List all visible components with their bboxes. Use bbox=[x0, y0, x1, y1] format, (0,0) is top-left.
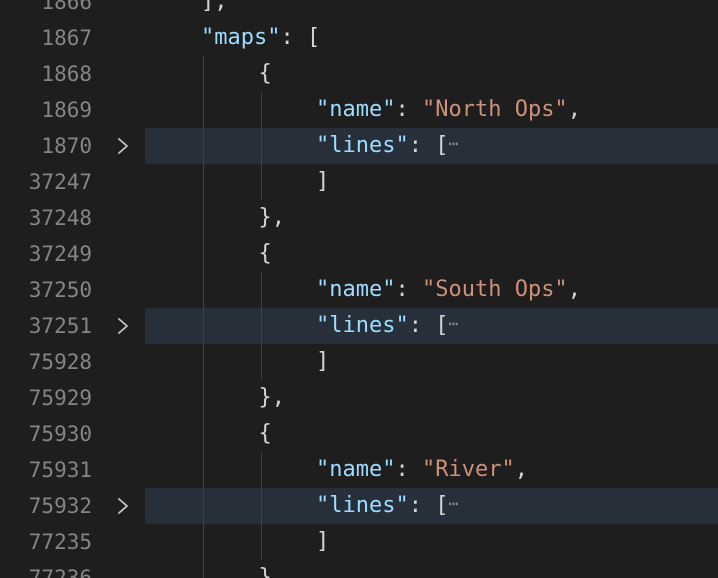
indent-guide bbox=[260, 308, 262, 344]
json-key: "lines" bbox=[316, 133, 409, 158]
editor-lines: 1866], 1867 "maps": [1868{1869 "name": "Nor… bbox=[0, 0, 718, 578]
indent-guide bbox=[203, 344, 204, 380]
json-punctuation: { bbox=[258, 61, 272, 86]
json-string: "North Ops" bbox=[421, 97, 568, 122]
json-punctuation: , bbox=[567, 97, 581, 122]
code-line[interactable]: 37250 "name": "South Ops", bbox=[0, 272, 718, 308]
json-punctuation: ] bbox=[316, 529, 330, 554]
indent-guide bbox=[203, 236, 204, 272]
json-punctuation: { bbox=[258, 421, 272, 446]
json-punctuation: ] bbox=[316, 349, 330, 374]
indent-guide bbox=[203, 560, 204, 578]
json-punctuation: ], bbox=[201, 0, 228, 14]
chevron-right-icon[interactable] bbox=[112, 128, 134, 164]
code-line[interactable]: 75928] bbox=[0, 344, 718, 380]
fold-ellipsis-icon[interactable]: ⋯ bbox=[448, 134, 458, 153]
line-number: 75930 bbox=[28, 422, 92, 446]
json-punctuation: : [ bbox=[408, 133, 449, 158]
json-key: "name" bbox=[316, 457, 396, 482]
code-line[interactable]: 75931 "name": "River", bbox=[0, 452, 718, 488]
code-line[interactable]: 77235] bbox=[0, 524, 718, 560]
line-number: 1869 bbox=[41, 98, 92, 122]
indent-guide bbox=[203, 488, 204, 524]
json-string: "South Ops" bbox=[421, 277, 568, 302]
json-key: "lines" bbox=[316, 493, 409, 518]
json-punctuation: : bbox=[395, 97, 422, 122]
code-line[interactable]: 37248}, bbox=[0, 200, 718, 236]
indent-guide bbox=[260, 524, 262, 560]
line-number: 37250 bbox=[28, 278, 92, 302]
json-punctuation: { bbox=[258, 241, 272, 266]
json-punctuation: : bbox=[395, 277, 422, 302]
indent-guide bbox=[260, 92, 262, 128]
code-line[interactable]: 37249 { bbox=[0, 236, 718, 272]
code-line[interactable]: 37247] bbox=[0, 164, 718, 200]
indent-guide bbox=[260, 488, 262, 524]
code-line[interactable]: 75932 "lines": [⋯ bbox=[0, 488, 718, 524]
json-punctuation: , bbox=[514, 457, 528, 482]
indent-guide bbox=[260, 344, 262, 380]
line-number: 1870 bbox=[41, 134, 92, 158]
json-key: "maps" bbox=[201, 25, 281, 50]
code-line[interactable]: 75930 { bbox=[0, 416, 718, 452]
indent-guide bbox=[260, 272, 262, 308]
indent-guide bbox=[203, 200, 204, 236]
indent-guide bbox=[203, 452, 204, 488]
indent-guide bbox=[203, 92, 204, 128]
json-key: "name" bbox=[316, 97, 396, 122]
indent-guide bbox=[203, 272, 204, 308]
line-number: 37248 bbox=[28, 206, 92, 230]
line-number: 77235 bbox=[28, 530, 92, 554]
json-punctuation: }, bbox=[258, 205, 286, 230]
line-number: 75931 bbox=[28, 458, 92, 482]
line-number: 37249 bbox=[28, 242, 92, 266]
fold-ellipsis-icon[interactable]: ⋯ bbox=[448, 494, 458, 513]
indent-guide bbox=[203, 56, 204, 92]
indent-guide bbox=[260, 128, 262, 164]
json-punctuation: : [ bbox=[408, 493, 449, 518]
code-line[interactable]: 1870 "lines": [⋯ bbox=[0, 128, 718, 164]
json-punctuation: : bbox=[395, 457, 422, 482]
fold-ellipsis-icon[interactable]: ⋯ bbox=[448, 314, 458, 333]
indent-guide bbox=[260, 164, 262, 200]
indent-guide bbox=[203, 380, 204, 416]
json-punctuation: ] bbox=[316, 169, 330, 194]
code-line[interactable]: 77236} bbox=[0, 560, 718, 578]
json-string: "River" bbox=[421, 457, 515, 482]
indent-guide bbox=[260, 452, 262, 488]
code-line[interactable]: 1868 { bbox=[0, 56, 718, 92]
json-key: "lines" bbox=[316, 313, 409, 338]
indent-guide bbox=[203, 308, 204, 344]
code-editor[interactable]: 1866], 1867 "maps": [1868{1869 "name": "Nor… bbox=[0, 0, 718, 578]
code-line[interactable]: 37251 "lines": [⋯ bbox=[0, 308, 718, 344]
json-punctuation: , bbox=[567, 277, 581, 302]
code-line[interactable]: 1869 "name": "North Ops", bbox=[0, 92, 718, 128]
json-key: "name" bbox=[316, 277, 396, 302]
chevron-right-icon[interactable] bbox=[112, 488, 134, 524]
json-punctuation: : [ bbox=[280, 25, 321, 50]
chevron-right-icon[interactable] bbox=[112, 308, 134, 344]
json-punctuation: } bbox=[258, 565, 272, 578]
json-punctuation: }, bbox=[258, 385, 286, 410]
line-number: 77236 bbox=[28, 566, 92, 578]
line-number: 37251 bbox=[28, 314, 92, 338]
line-number: 1866 bbox=[41, 0, 92, 14]
line-number: 75929 bbox=[28, 386, 92, 410]
line-number: 75928 bbox=[28, 350, 92, 374]
line-number: 75932 bbox=[28, 494, 92, 518]
code-line[interactable]: 75929}, bbox=[0, 380, 718, 416]
line-number: 1868 bbox=[41, 62, 92, 86]
json-punctuation: : [ bbox=[408, 313, 449, 338]
indent-guide bbox=[203, 164, 204, 200]
line-number: 1867 bbox=[41, 26, 92, 50]
indent-guide bbox=[203, 128, 204, 164]
indent-guide bbox=[203, 416, 204, 452]
code-line[interactable]: 1866], bbox=[0, 0, 718, 20]
indent-guide bbox=[203, 524, 204, 560]
code-line[interactable]: 1867 "maps": [ bbox=[0, 20, 718, 56]
line-number: 37247 bbox=[28, 170, 92, 194]
